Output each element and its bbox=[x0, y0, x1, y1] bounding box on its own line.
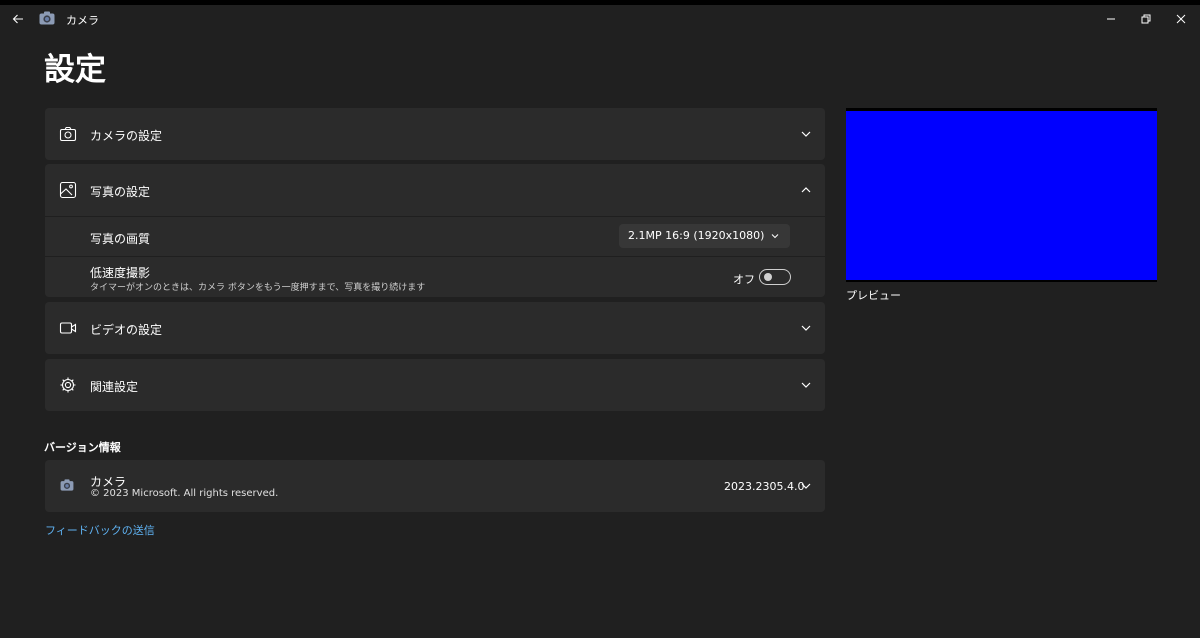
photo-quality-label: 写真の画質 bbox=[90, 232, 151, 246]
camera-app-icon bbox=[39, 11, 55, 25]
toggle-state-label: オフ bbox=[733, 273, 755, 286]
about-copyright: © 2023 Microsoft. All rights reserved. bbox=[90, 488, 279, 499]
chevron-down-icon[interactable] bbox=[800, 322, 812, 334]
related-settings-card[interactable]: 関連設定 bbox=[45, 359, 825, 411]
photo-settings-header[interactable]: 写真の設定 bbox=[45, 164, 825, 216]
lowlight-toggle[interactable] bbox=[759, 269, 791, 285]
video-settings-label: ビデオの設定 bbox=[90, 323, 163, 337]
version-number: 2023.2305.4.0 bbox=[724, 480, 805, 493]
camera-settings-card[interactable]: カメラの設定 bbox=[45, 108, 825, 160]
lowlight-label: 低速度撮影 bbox=[90, 266, 151, 280]
video-camera-icon bbox=[59, 322, 77, 334]
chevron-up-icon[interactable] bbox=[800, 184, 812, 196]
restore-icon bbox=[1141, 14, 1151, 24]
minimize-button[interactable] bbox=[1101, 9, 1121, 29]
camera-icon bbox=[59, 126, 77, 142]
restore-button[interactable] bbox=[1136, 9, 1156, 29]
image-icon bbox=[59, 181, 77, 199]
chevron-down-icon[interactable] bbox=[800, 379, 812, 391]
close-icon bbox=[1176, 14, 1186, 24]
photo-quality-dropdown[interactable]: 2.1MP 16:9 (1920x1080) bbox=[619, 224, 790, 248]
camera-app-icon bbox=[60, 479, 74, 491]
camera-preview bbox=[846, 108, 1157, 282]
send-feedback-link[interactable]: フィードバックの送信 bbox=[45, 522, 155, 538]
window-title: カメラ bbox=[66, 14, 99, 27]
camera-settings-label: カメラの設定 bbox=[90, 129, 163, 143]
about-card[interactable]: カメラ © 2023 Microsoft. All rights reserve… bbox=[45, 460, 825, 512]
preview-image bbox=[846, 111, 1157, 280]
divider bbox=[45, 216, 825, 217]
close-button[interactable] bbox=[1171, 9, 1191, 29]
lowlight-description: タイマーがオンのときは、カメラ ボタンをもう一度押すまで、写真を撮り続けます bbox=[90, 283, 426, 293]
divider bbox=[45, 256, 825, 257]
chevron-down-icon bbox=[771, 234, 779, 239]
chevron-down-icon[interactable] bbox=[800, 128, 812, 140]
minimize-icon bbox=[1107, 18, 1115, 20]
video-settings-card[interactable]: ビデオの設定 bbox=[45, 302, 825, 354]
about-heading: バージョン情報 bbox=[44, 441, 121, 454]
back-button[interactable] bbox=[8, 9, 28, 29]
related-settings-label: 関連設定 bbox=[90, 380, 139, 394]
back-arrow-icon bbox=[12, 14, 23, 24]
preview-label: プレビュー bbox=[846, 289, 901, 302]
photo-quality-value: 2.1MP 16:9 (1920x1080) bbox=[628, 229, 765, 242]
gear-icon bbox=[60, 377, 76, 393]
page-title: 設定 bbox=[44, 52, 106, 88]
title-bar: カメラ bbox=[0, 5, 1200, 33]
toggle-knob bbox=[764, 273, 772, 281]
photo-settings-label: 写真の設定 bbox=[90, 185, 151, 199]
